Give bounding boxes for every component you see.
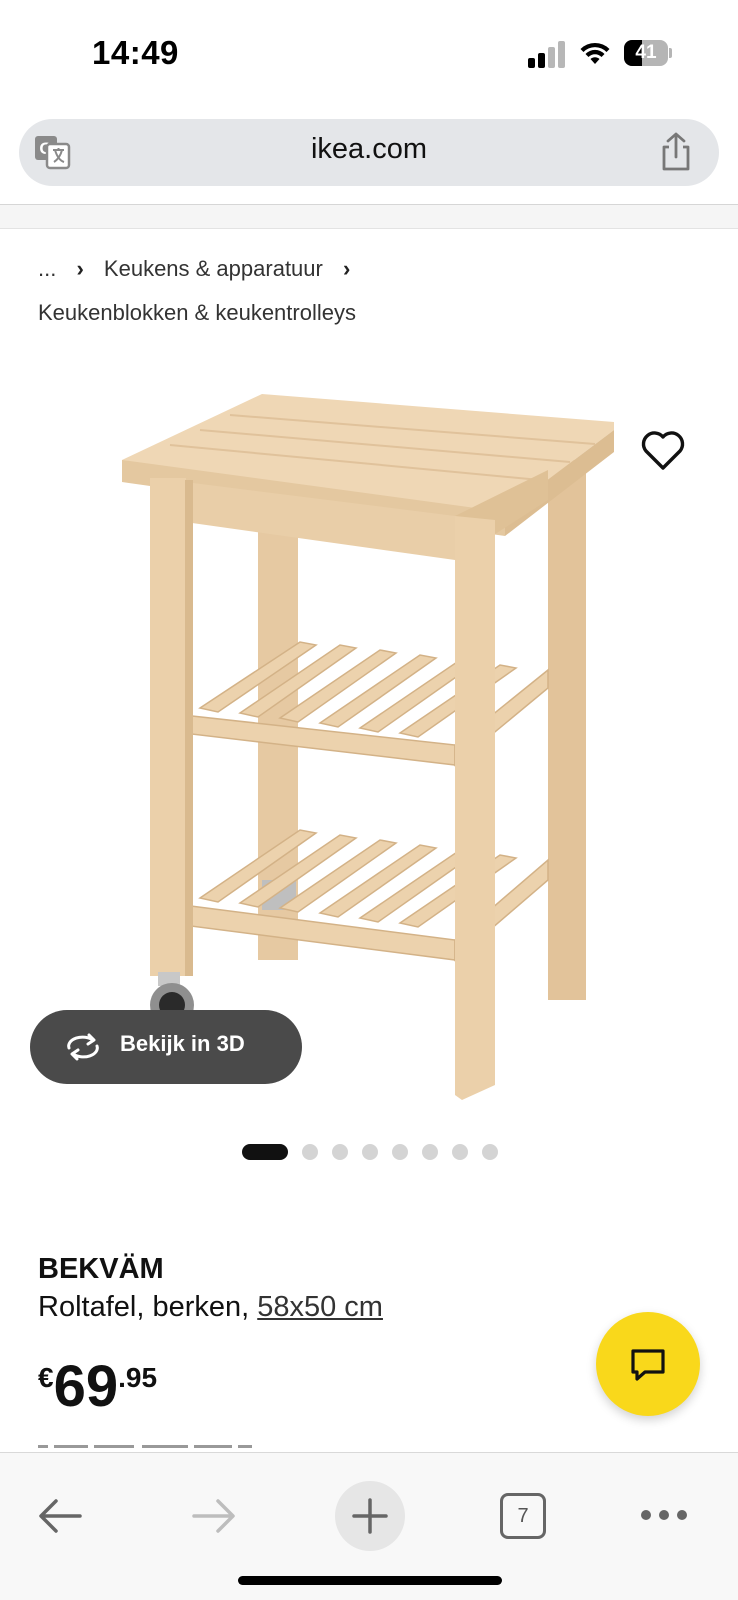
carousel-dot[interactable] <box>362 1144 378 1160</box>
carousel-dot[interactable] <box>392 1144 408 1160</box>
heart-icon[interactable] <box>640 430 686 472</box>
price-currency: € <box>38 1362 54 1393</box>
product-price: €69.95 <box>38 1358 157 1416</box>
battery-icon: 41 <box>624 40 672 66</box>
forward-arrow-icon[interactable] <box>190 1495 238 1537</box>
url-text[interactable]: ikea.com <box>19 133 719 166</box>
plus-icon <box>352 1498 388 1534</box>
breadcrumb: ... › Keukens & apparatuur › <box>38 255 364 285</box>
breadcrumb-ellipsis[interactable]: ... <box>38 256 56 281</box>
wifi-icon <box>580 42 610 64</box>
chevron-right-icon: › <box>342 256 351 282</box>
carousel-dot[interactable] <box>482 1144 498 1160</box>
carousel-dot[interactable] <box>452 1144 468 1160</box>
product-name: BEKVÄM <box>38 1253 164 1285</box>
product-size-link[interactable]: 58x50 cm <box>257 1291 383 1323</box>
chevron-right-icon: › <box>76 256 84 282</box>
back-arrow-icon[interactable] <box>36 1495 84 1537</box>
product-description-text: Roltafel, berken, <box>38 1291 258 1323</box>
cellular-signal-icon <box>528 38 568 68</box>
carousel-dot[interactable] <box>302 1144 318 1160</box>
carousel-dot-active[interactable] <box>242 1144 288 1160</box>
battery-level: 41 <box>635 42 657 63</box>
price-whole: 69 <box>53 1354 119 1419</box>
tab-count: 7 <box>517 1505 529 1527</box>
view-in-3d-label: Bekijk in 3D <box>120 1031 245 1056</box>
carousel-dot[interactable] <box>422 1144 438 1160</box>
chat-bubble-icon <box>631 1349 665 1381</box>
carousel-dot[interactable] <box>332 1144 348 1160</box>
rotate-3d-icon <box>67 1033 99 1061</box>
more-options-icon[interactable] <box>640 1507 688 1523</box>
product-description: Roltafel, berken, 58x50 cm <box>38 1291 383 1324</box>
price-decimal: .95 <box>118 1362 158 1393</box>
view-in-3d-button[interactable]: Bekijk in 3D <box>30 1010 302 1084</box>
header-strip <box>0 205 738 229</box>
url-bar[interactable]: G ikea.com <box>19 119 719 186</box>
product-image[interactable] <box>0 360 738 1110</box>
tab-switcher-button[interactable]: 7 <box>500 1493 546 1539</box>
status-time: 14:49 <box>92 34 179 71</box>
new-tab-button[interactable] <box>335 1481 405 1551</box>
status-bar: 14:49 41 <box>0 0 738 110</box>
breadcrumb-link-kitchens[interactable]: Keukens & apparatuur <box>104 256 323 281</box>
home-indicator <box>238 1576 502 1585</box>
share-icon[interactable] <box>656 131 696 173</box>
chat-button[interactable] <box>596 1312 700 1416</box>
breadcrumb-link-kitchen-islands[interactable]: Keukenblokken & keukentrolleys <box>38 300 356 326</box>
